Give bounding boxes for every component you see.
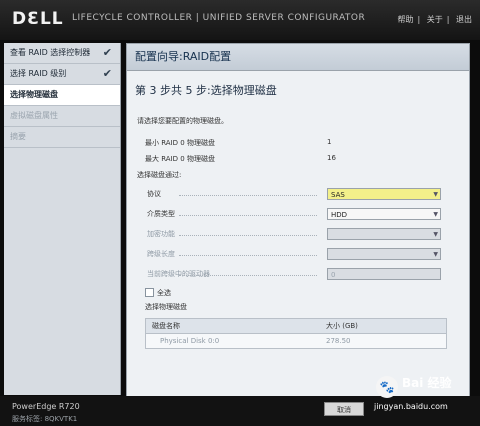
instruction-text: 请选择您要配置的物理磁盘。 [137, 117, 228, 125]
span-length-select: ▼ [327, 248, 441, 260]
product-title: LIFECYCLE CONTROLLER | UNIFIED SERVER CO… [72, 13, 366, 23]
dell-logo: DƐLL [12, 9, 64, 29]
sidebar-item-view-raid[interactable]: 查看 RAID 选择控制器 ✔ [4, 43, 120, 64]
top-bar: DƐLL LIFECYCLE CONTROLLER | UNIFIED SERV… [0, 0, 480, 40]
wizard-sidebar: 查看 RAID 选择控制器 ✔ 选择 RAID 级别 ✔ 选择物理磁盘 虚拟磁盘… [4, 43, 121, 395]
select-all-label: 全选 [157, 289, 171, 297]
sidebar-item-label: 摘要 [10, 132, 26, 141]
table-header: 磁盘名称 大小 (GB) [146, 319, 446, 334]
dotted-leader [179, 195, 317, 196]
check-icon: ✔ [102, 46, 112, 59]
baidu-watermark: 🐾 Bai 经验 jingyan.baidu.com [372, 372, 472, 418]
span-length-label: 跨级长度 [147, 250, 175, 258]
chevron-down-icon: ▼ [433, 251, 438, 258]
watermark-brand: Bai 经验 [402, 376, 452, 390]
dotted-leader [179, 255, 317, 256]
check-icon: ✔ [102, 67, 112, 80]
column-header-name: 磁盘名称 [152, 322, 180, 330]
service-tag: 服务标签: 8QKVTK1 [12, 415, 78, 423]
sidebar-item-label: 查看 RAID 选择控制器 [10, 48, 91, 57]
encryption-select: ▼ [327, 228, 441, 240]
chevron-down-icon: ▼ [433, 211, 438, 218]
watermark-url: jingyan.baidu.com [374, 402, 448, 411]
min-disks-label: 最小 RAID 0 物理磁盘 [145, 139, 215, 147]
sidebar-item-label: 选择 RAID 级别 [10, 69, 67, 78]
media-type-value: HDD [331, 211, 348, 219]
max-disks-label: 最大 RAID 0 物理磁盘 [145, 155, 215, 163]
sidebar-item-label: 选择物理磁盘 [10, 90, 58, 99]
media-type-label: 介质类型 [147, 210, 175, 218]
step-title: 第 3 步共 5 步:选择物理磁盘 [135, 84, 277, 97]
span-count-value: 0 [331, 271, 336, 279]
sidebar-item-physical-disks[interactable]: 选择物理磁盘 [4, 85, 120, 106]
top-links: 帮助 | 关于 | 退出 [397, 15, 473, 24]
max-disks-value: 16 [327, 154, 336, 162]
span-count-field: 0 [327, 268, 441, 280]
sidebar-item-summary: 摘要 [4, 127, 120, 148]
wizard-panel: 配置向导:RAID配置 第 3 步共 5 步:选择物理磁盘 请选择您要配置的物理… [126, 43, 470, 397]
filter-heading: 选择磁盘通过: [137, 171, 182, 179]
dotted-leader [179, 235, 317, 236]
dotted-leader [179, 275, 317, 276]
chevron-down-icon: ▼ [433, 231, 438, 238]
disk-size-cell: 278.50 [326, 337, 351, 345]
min-disks-value: 1 [327, 138, 332, 146]
sidebar-item-virtual-disk: 虚拟磁盘属性 [4, 106, 120, 127]
help-link[interactable]: 帮助 [398, 15, 414, 24]
wizard-title: 配置向导:RAID配置 [127, 44, 469, 71]
select-disks-heading: 选择物理磁盘 [145, 303, 187, 311]
table-row[interactable]: Physical Disk 0:0 278.50 [146, 334, 446, 348]
span-count-label: 当前跨级中的驱动器 [147, 270, 210, 278]
chevron-down-icon: ▼ [433, 191, 438, 198]
physical-disk-table: 磁盘名称 大小 (GB) Physical Disk 0:0 278.50 [145, 318, 447, 349]
cancel-button[interactable]: 取消 [324, 402, 364, 416]
sidebar-item-label: 虚拟磁盘属性 [10, 111, 58, 120]
about-link[interactable]: 关于 [427, 15, 443, 24]
encryption-label: 加密功能 [147, 230, 175, 238]
sidebar-item-raid-level[interactable]: 选择 RAID 级别 ✔ [4, 64, 120, 85]
dotted-leader [179, 215, 317, 216]
server-model: PowerEdge R720 [12, 402, 80, 411]
protocol-value: SAS [331, 191, 345, 199]
select-all-checkbox[interactable] [145, 288, 154, 297]
protocol-label: 协议 [147, 190, 161, 198]
paw-icon: 🐾 [376, 376, 398, 398]
column-header-size: 大小 (GB) [326, 322, 358, 330]
media-type-select[interactable]: HDD ▼ [327, 208, 441, 220]
disk-name-cell: Physical Disk 0:0 [160, 337, 220, 345]
protocol-select[interactable]: SAS ▼ [327, 188, 441, 200]
exit-link[interactable]: 退出 [456, 15, 472, 24]
